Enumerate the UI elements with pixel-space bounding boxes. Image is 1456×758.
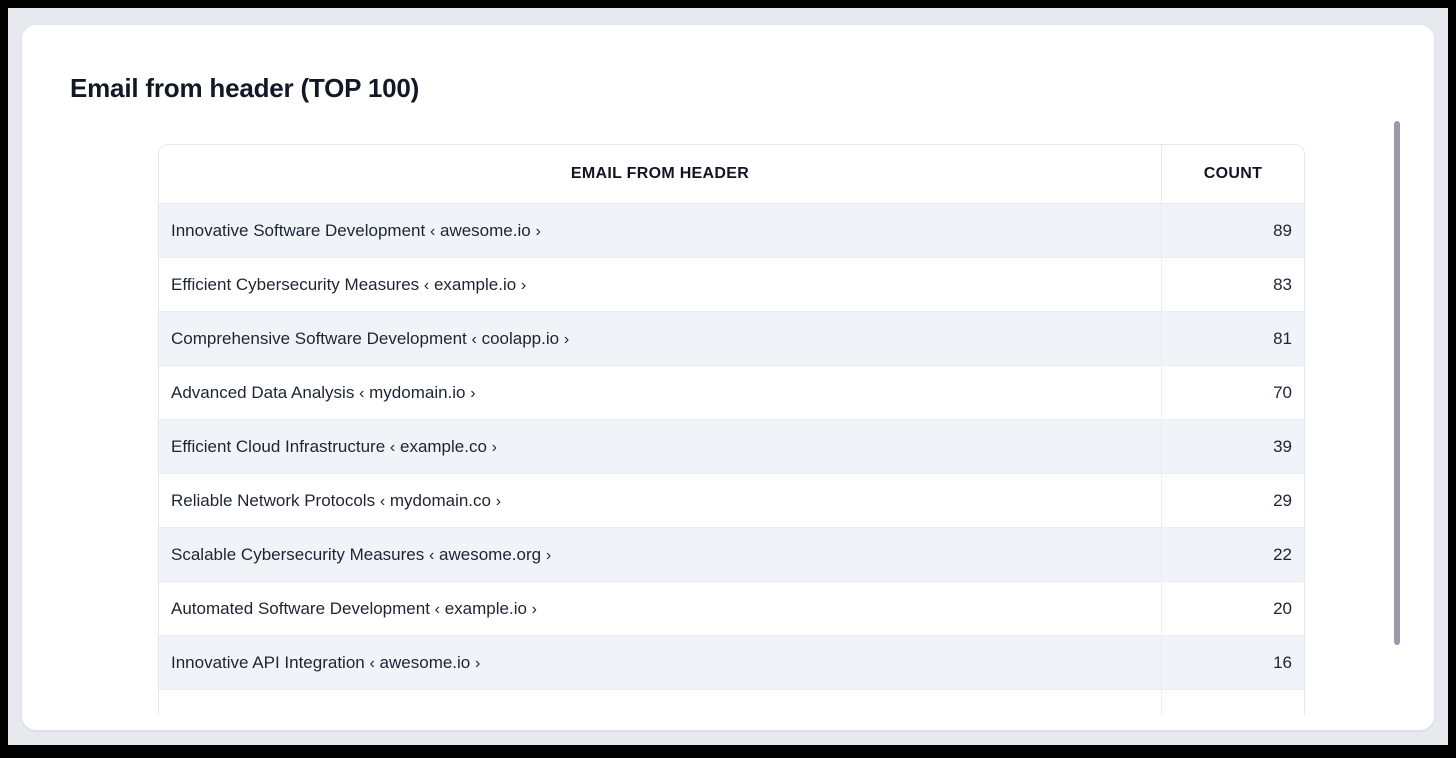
cell-count: 83 (1162, 258, 1304, 312)
sender-display-name: Innovative Software Development (171, 220, 426, 240)
cell-email-from-header: Innovative Software Development ‹ awesom… (159, 204, 1162, 258)
cell-count: 20 (1162, 582, 1304, 636)
scrollbar-thumb[interactable] (1394, 121, 1400, 645)
report-card: Email from header (TOP 100) EMAIL FROM H… (22, 25, 1434, 730)
table-row[interactable]: Advanced Data Analysis ‹ mydomain.io › 70 (159, 366, 1304, 420)
sender-display-name: Reliable Network Protocols (171, 490, 376, 510)
table-scroll-viewport[interactable]: EMAIL FROM HEADER COUNT Innovative Softw… (158, 144, 1318, 715)
sender-display-name: Advanced Data Analysis (171, 382, 355, 402)
cell-email-from-header: Scalable Cybersecurity Measures ‹ awesom… (159, 528, 1162, 582)
cell-email-from-header: Innovative API Integration ‹ awesome.io … (159, 636, 1162, 690)
angle-open-icon: ‹ (471, 330, 477, 348)
cell-count: 16 (1162, 636, 1304, 690)
angle-close-icon: › (495, 492, 502, 510)
sender-display-name: Efficient Cybersecurity Measures (171, 274, 420, 294)
angle-open-icon: ‹ (423, 276, 430, 294)
table-row[interactable]: Comprehensive Software Development ‹ coo… (159, 312, 1304, 366)
sender-domain: ‹ example.co › (385, 437, 497, 456)
sender-domain-text: example.io (433, 274, 517, 294)
sender-display-name: Scalable Cybersecurity Measures (171, 544, 425, 564)
sender-domain: ‹ mydomain.co › (375, 491, 501, 510)
cell-count: 81 (1162, 312, 1304, 366)
cell-email-from-header: Efficient Cybersecurity Measures ‹ examp… (159, 258, 1162, 312)
scrollbar-track[interactable] (1392, 121, 1402, 715)
angle-close-icon: › (491, 438, 497, 456)
cell-count: 39 (1162, 420, 1304, 474)
angle-open-icon: ‹ (428, 546, 435, 564)
sender-domain: ‹ mydomain.io › (354, 382, 476, 402)
angle-close-icon: › (531, 600, 537, 618)
page-title: Email from header (TOP 100) (70, 73, 420, 103)
table-row[interactable]: Innovative API Integration ‹ awesome.io … (159, 636, 1304, 690)
sender-display-name: Automated Software Development (171, 598, 430, 618)
cell-email-from-header (159, 690, 1162, 715)
sender-domain-text: example.io (444, 598, 527, 618)
cell-count (1162, 690, 1304, 715)
sender-domain: ‹ awesome.io › (425, 221, 541, 240)
angle-close-icon: › (563, 330, 570, 348)
sender-domain: ‹ example.io › (419, 275, 526, 294)
cell-count: 22 (1162, 528, 1304, 582)
sender-domain: ‹ example.io › (430, 599, 537, 618)
sender-domain-text: mydomain.co (389, 490, 491, 510)
cell-count: 70 (1162, 366, 1304, 420)
table-row[interactable]: Efficient Cybersecurity Measures ‹ examp… (159, 258, 1304, 312)
sender-domain: ‹ awesome.org › (424, 545, 551, 564)
column-header-count[interactable]: COUNT (1162, 145, 1304, 204)
cell-email-from-header: Comprehensive Software Development ‹ coo… (159, 312, 1162, 366)
table-body: Innovative Software Development ‹ awesom… (159, 204, 1304, 715)
angle-open-icon: ‹ (429, 222, 436, 240)
angle-open-icon: ‹ (359, 384, 365, 402)
table-row[interactable]: Innovative Software Development ‹ awesom… (159, 204, 1304, 258)
column-header-email-from-header[interactable]: EMAIL FROM HEADER (159, 145, 1162, 204)
table-row[interactable]: Reliable Network Protocols ‹ mydomain.co… (159, 474, 1304, 528)
angle-close-icon: › (475, 654, 481, 672)
sender-domain-text: awesome.org (439, 544, 542, 564)
angle-open-icon: ‹ (369, 654, 375, 672)
cell-count: 89 (1162, 204, 1304, 258)
table-header: EMAIL FROM HEADER COUNT (159, 145, 1304, 204)
sender-domain: ‹ awesome.io › (365, 652, 481, 672)
angle-close-icon: › (470, 384, 476, 402)
cell-count: 29 (1162, 474, 1304, 528)
sender-domain-text: awesome.io (379, 652, 471, 672)
cell-email-from-header: Automated Software Development ‹ example… (159, 582, 1162, 636)
angle-open-icon: ‹ (434, 600, 440, 618)
table-row[interactable]: Scalable Cybersecurity Measures ‹ awesom… (159, 528, 1304, 582)
email-from-header-table: EMAIL FROM HEADER COUNT Innovative Softw… (158, 144, 1305, 715)
table-row[interactable]: Efficient Cloud Infrastructure ‹ example… (159, 420, 1304, 474)
sender-domain: ‹ coolapp.io › (467, 328, 570, 348)
sender-domain-text: mydomain.io (369, 382, 466, 402)
table-row[interactable]: Automated Software Development ‹ example… (159, 582, 1304, 636)
page-frame: Email from header (TOP 100) EMAIL FROM H… (8, 8, 1448, 745)
sender-domain-text: coolapp.io (481, 328, 560, 348)
cell-email-from-header: Efficient Cloud Infrastructure ‹ example… (159, 420, 1162, 474)
sender-display-name: Innovative API Integration (171, 652, 365, 672)
sender-display-name: Efficient Cloud Infrastructure (171, 436, 386, 456)
angle-open-icon: ‹ (389, 438, 396, 456)
table-row[interactable] (159, 690, 1304, 715)
sender-domain-text: awesome.io (440, 220, 531, 240)
angle-close-icon: › (535, 222, 541, 240)
angle-open-icon: ‹ (379, 492, 386, 510)
sender-display-name: Comprehensive Software Development (171, 328, 467, 348)
table-header-row: EMAIL FROM HEADER COUNT (159, 145, 1304, 204)
cell-email-from-header: Reliable Network Protocols ‹ mydomain.co… (159, 474, 1162, 528)
angle-close-icon: › (545, 546, 552, 564)
angle-close-icon: › (520, 276, 527, 294)
cell-email-from-header: Advanced Data Analysis ‹ mydomain.io › (159, 366, 1162, 420)
sender-domain-text: example.co (399, 436, 487, 456)
